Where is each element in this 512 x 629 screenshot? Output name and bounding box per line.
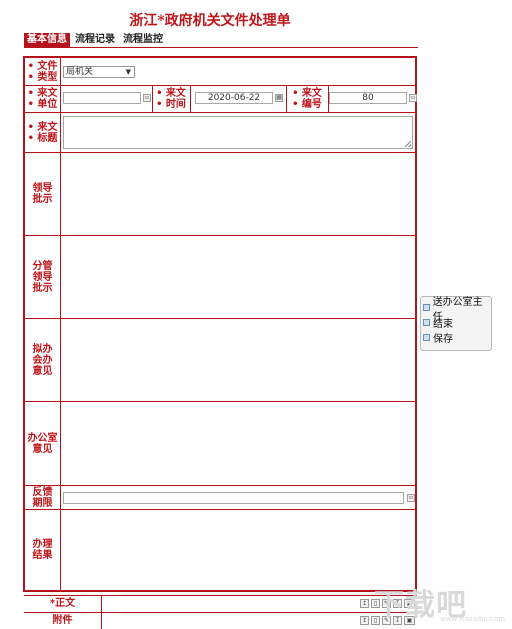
label-from-no: • 来文 • 编号: [292, 88, 322, 110]
action-panel: 送办公室主任 结束 保存: [420, 296, 492, 351]
from-no-input[interactable]: 80: [329, 92, 407, 104]
page-title: 浙江*政府机关文件处理单: [129, 13, 291, 29]
label-attachment: 附件: [52, 615, 73, 626]
watermark-url: www.xiazaiba.com: [440, 615, 505, 623]
document-form: • 文件 • 类型 局机关 ▼ • 来文 • 单位 ▫ • 来文 • 时间 20…: [23, 56, 417, 592]
row-handle-result: 办理 结果: [25, 510, 415, 590]
chevron-down-icon: ▼: [125, 68, 131, 76]
label-from-title: • 来文 • 标题: [27, 121, 58, 144]
row-attachment: 附件 ↥ ▯ ✎ ↧ ▣: [24, 612, 417, 629]
label-deputy-comment: 分管 领导 批示: [32, 260, 53, 294]
label-from-unit: • 来文 • 单位: [27, 88, 58, 110]
divider: [60, 86, 61, 112]
label-leader-comment: 领导 批示: [32, 183, 53, 205]
row-body-document: *正文 ↥ ▯ ✎ ↧ ▣: [24, 595, 417, 612]
divider: [60, 319, 61, 401]
upload-icon[interactable]: ↥: [360, 616, 369, 625]
tab-basic-info[interactable]: 基本信息: [24, 33, 70, 47]
label-feedback-deadline: 反馈 期限: [32, 486, 53, 509]
action-label: 结束: [433, 319, 453, 330]
from-unit-input[interactable]: [63, 92, 141, 104]
divider: [60, 113, 61, 152]
row-doc-type: • 文件 • 类型 局机关 ▼: [25, 58, 415, 86]
tab-bar: 基本信息 流程记录 流程监控: [24, 33, 168, 47]
divider: [60, 153, 61, 235]
tab-underline: [24, 47, 418, 48]
row-leader-comment: 领导 批示: [25, 153, 415, 236]
divider: [60, 236, 61, 318]
picker-icon[interactable]: ▫: [409, 94, 417, 102]
save-icon: [423, 334, 430, 341]
label-doc-type: • 文件 • 类型: [27, 60, 58, 83]
label-draft-opinion: 拟办 会办 意见: [32, 343, 53, 377]
divider: [101, 596, 102, 612]
action-label: 保存: [433, 334, 453, 345]
row-deputy-comment: 分管 领导 批示: [25, 236, 415, 319]
upload-icon[interactable]: ↥: [360, 599, 369, 608]
doc-type-value: 局机关: [66, 67, 94, 77]
divider: [190, 86, 191, 112]
divider: [101, 613, 102, 629]
label-from-time: • 来文 • 时间: [156, 88, 186, 110]
save-button[interactable]: 保存: [423, 330, 489, 345]
from-title-textarea[interactable]: [63, 116, 413, 149]
divider: [60, 510, 61, 590]
row-from-info: • 来文 • 单位 ▫ • 来文 • 时间 2020-06-22 ▦ • 来文 …: [25, 86, 417, 113]
resize-grip-icon[interactable]: [405, 141, 411, 147]
picker-icon[interactable]: ▫: [407, 494, 415, 502]
row-from-title: • 来文 • 标题: [25, 113, 415, 153]
feedback-deadline-input[interactable]: [63, 492, 404, 504]
tab-flow-monitor[interactable]: 流程监控: [120, 33, 166, 47]
finish-icon: [423, 319, 430, 326]
label-office-opinion: 办公室 意见: [27, 432, 58, 455]
divider: [60, 58, 61, 85]
send-icon: [423, 304, 430, 311]
picker-icon[interactable]: ▫: [143, 94, 151, 102]
label-body-document: *正文: [49, 598, 76, 609]
calendar-icon[interactable]: ▦: [275, 94, 283, 102]
send-to-office-director-button[interactable]: 送办公室主任: [423, 297, 489, 323]
divider: [60, 486, 61, 509]
row-draft-opinion: 拟办 会办 意见: [25, 319, 415, 402]
doc-type-select[interactable]: 局机关 ▼: [63, 66, 135, 78]
row-office-opinion: 办公室 意见: [25, 402, 415, 486]
from-time-input[interactable]: 2020-06-22: [195, 92, 273, 104]
row-feedback-deadline: 反馈 期限 ▫: [25, 486, 415, 510]
tab-flow-record[interactable]: 流程记录: [72, 33, 118, 47]
label-handle-result: 办理 结果: [32, 539, 53, 561]
divider: [60, 402, 61, 485]
